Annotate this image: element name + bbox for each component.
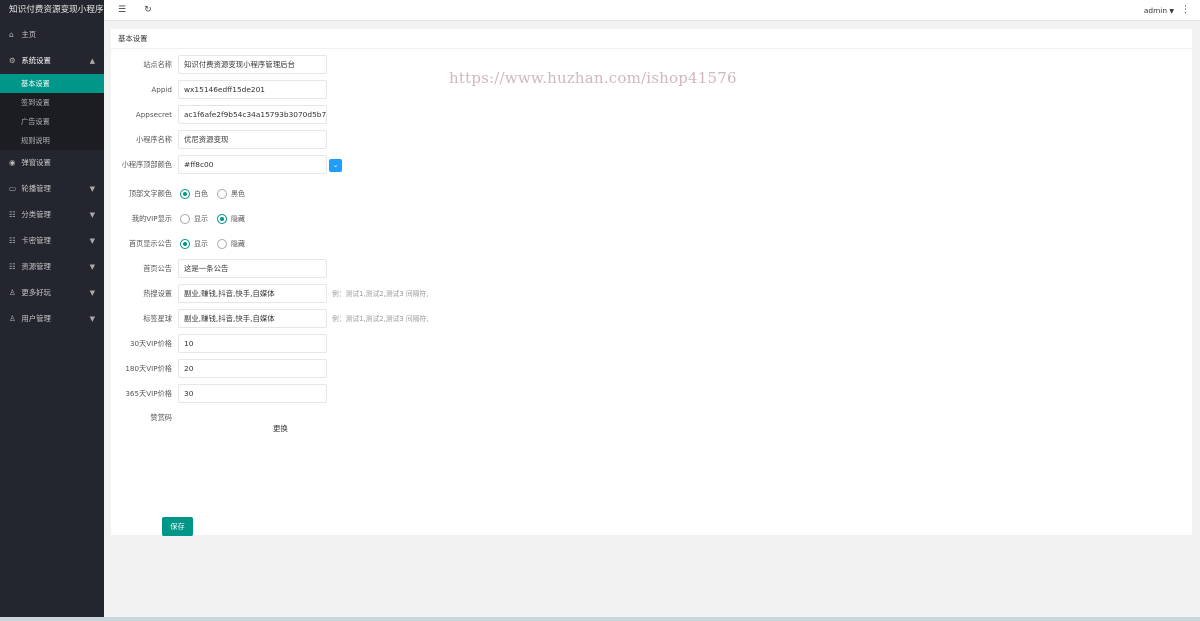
user-name: admin (1143, 6, 1168, 15)
bottom-bar (0, 617, 1200, 621)
form-row-vip180: 180天VIP价格 20 (0, 359, 700, 379)
site-name-input[interactable]: 知识付费资源变现小程序管理后台 (178, 55, 327, 74)
radio-label: 显示 (194, 240, 208, 248)
hot-search-hint: 例：测试1,测试2,测试3 间隔符, (332, 290, 429, 298)
form-row-vip30: 30天VIP价格 10 (0, 334, 700, 354)
vip180-price-input[interactable]: 20 (178, 359, 327, 378)
field-label: 顶部文字颜色 (128, 189, 172, 198)
vip30-price-input[interactable]: 10 (178, 334, 327, 353)
form-row-mp-name: 小程序名称 优尼资源变现 (0, 130, 700, 150)
radio-hide[interactable] (217, 214, 227, 224)
form-row-appid: Appid wx15146edff15de201 (0, 80, 700, 100)
refresh-icon[interactable]: ↻ (141, 4, 155, 17)
field-label: 小程序名称 (136, 135, 172, 144)
user-menu[interactable]: admin ▼ (1144, 4, 1174, 18)
form-row-home-notice: 首页公告 这是一条公告 (0, 259, 700, 279)
color-picker-button[interactable]: ⌄ (329, 159, 342, 172)
field-label: 热搜设置 (143, 289, 172, 298)
radio-hide[interactable] (217, 239, 227, 249)
form-row-hot-search: 热搜设置 副业,赚钱,抖音,快手,自媒体 例：测试1,测试2,测试3 间隔符, (0, 284, 700, 304)
radio-label: 隐藏 (231, 240, 245, 248)
form-row-top-color: 小程序顶部颜色 #ff8c00 ⌄ (0, 155, 700, 175)
field-label: Appsecret (135, 110, 172, 119)
field-label: 首页显示公告 (128, 239, 172, 248)
radio-label: 显示 (194, 215, 208, 223)
field-label: 180天VIP价格 (125, 364, 172, 373)
field-label: 小程序顶部颜色 (121, 160, 172, 169)
tag-ball-input[interactable]: 副业,赚钱,抖音,快手,自媒体 (178, 309, 327, 328)
change-reward-code-button[interactable]: 更换 (273, 423, 288, 434)
menu-toggle-icon[interactable]: ☰ (115, 4, 129, 17)
top-bar: ☰ ↻ admin ▼ ⋮ (104, 0, 1200, 21)
top-color-input[interactable]: #ff8c00 (178, 155, 327, 174)
radio-show[interactable] (180, 239, 190, 249)
more-icon[interactable]: ⋮ (1181, 4, 1190, 17)
field-label: 首页公告 (143, 264, 172, 273)
app-title: 知识付费资源变现小程序 (9, 5, 104, 15)
appid-input[interactable]: wx15146edff15de201 (178, 80, 327, 99)
field-label: 标签星球 (143, 314, 172, 323)
home-notice-input[interactable]: 这是一条公告 (178, 259, 327, 278)
radio-label: 隐藏 (231, 215, 245, 223)
radio-show[interactable] (180, 214, 190, 224)
field-label: 30天VIP价格 (129, 339, 172, 348)
home-icon: ⌂ (9, 30, 14, 39)
field-label: Appid (151, 85, 172, 94)
radio-label: 黑色 (231, 190, 245, 198)
appsecret-input[interactable]: ac1f6afe2f9b54c34a15793b3070d5b7 (178, 105, 327, 124)
radio-label: 白色 (194, 190, 208, 198)
form-row-reward-code: 赞赏码 (0, 408, 700, 428)
form-row-home-notice-show: 首页显示公告 显示 隐藏 (0, 234, 700, 254)
card-title: 基本设置 (111, 29, 1192, 49)
mp-name-input[interactable]: 优尼资源变现 (178, 130, 327, 149)
radio-black[interactable] (217, 189, 227, 199)
field-label: 365天VIP价格 (125, 389, 172, 398)
field-label: 赞赏码 (150, 413, 172, 422)
field-label: 站点名称 (143, 60, 172, 69)
save-button[interactable]: 保存 (162, 517, 193, 536)
form-row-my-vip: 我的VIP显示 显示 隐藏 (0, 209, 700, 229)
form-row-top-text-color: 顶部文字颜色 白色 黑色 (0, 184, 700, 204)
form-row-tag-ball: 标签星球 副业,赚钱,抖音,快手,自媒体 例：测试1,测试2,测试3 间隔符, (0, 309, 700, 329)
caret-down-icon: ▼ (1169, 8, 1174, 15)
hot-search-input[interactable]: 副业,赚钱,抖音,快手,自媒体 (178, 284, 327, 303)
form-row-appsecret: Appsecret ac1f6afe2f9b54c34a15793b3070d5… (0, 105, 700, 125)
radio-white[interactable] (180, 189, 190, 199)
tag-ball-hint: 例：测试1,测试2,测试3 间隔符, (332, 315, 429, 323)
field-label: 我的VIP显示 (131, 214, 172, 223)
form-row-site-name: 站点名称 知识付费资源变现小程序管理后台 (0, 55, 700, 75)
sidebar-item-label: 主页 (21, 30, 37, 39)
form-row-vip365: 365天VIP价格 30 (0, 384, 700, 404)
sidebar-item-home[interactable]: ⌂ 主页 (0, 22, 104, 48)
vip365-price-input[interactable]: 30 (178, 384, 327, 403)
